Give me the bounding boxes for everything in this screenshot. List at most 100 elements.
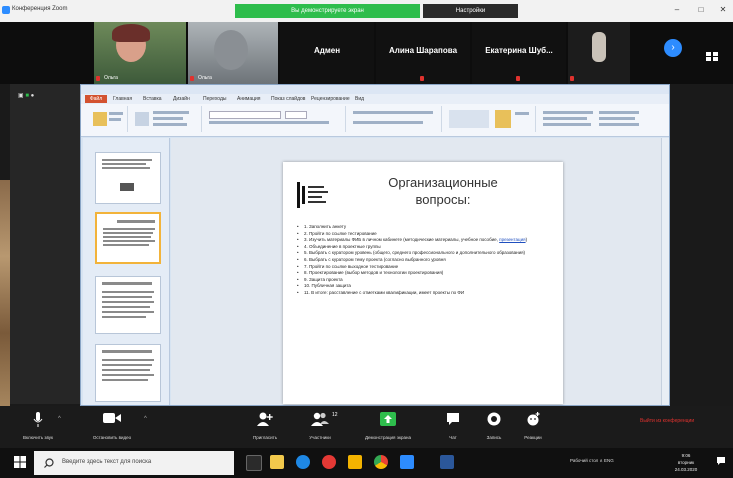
ppt-file-tab[interactable]: Файл: [85, 95, 107, 103]
reactions-button[interactable]: Реакции: [516, 406, 550, 448]
slide-hyperlink[interactable]: презентация: [499, 237, 525, 242]
participant-tile[interactable]: Ольга: [94, 22, 186, 84]
window-title-bar: Конференция Zoom Вы демонстрируете экран…: [0, 0, 733, 22]
ribbon-group-drawing[interactable]: [445, 106, 536, 132]
opera-browser-icon[interactable]: [322, 455, 336, 469]
muted-mic-icon: [96, 76, 100, 81]
participants-icon: [311, 412, 329, 426]
video-icon: [103, 413, 121, 423]
bullet-item: 11. В итоге: расставление с отметками кв…: [297, 290, 549, 297]
control-label: Участники: [309, 435, 331, 440]
share-screen-button[interactable]: Демонстрация экрана: [350, 406, 426, 448]
record-icon: [487, 412, 501, 426]
participant-video: [592, 32, 606, 62]
ribbon-group-slides[interactable]: [131, 106, 202, 132]
share-icon: [380, 412, 396, 426]
edge-browser-icon[interactable]: [296, 455, 310, 469]
participant-name: Екатерина Шуб...: [485, 46, 553, 55]
search-icon: [44, 458, 54, 468]
bullet-item: 1. Заполнить анкету: [297, 224, 549, 231]
tab-slideshow[interactable]: Показ слайдов: [271, 95, 305, 103]
participant-hair: [112, 24, 150, 42]
lock-icon[interactable]: ■: [25, 93, 29, 99]
word-icon[interactable]: [440, 455, 454, 469]
slide-thumbnail[interactable]: [95, 344, 161, 402]
participant-tile[interactable]: [568, 22, 630, 84]
participant-tile[interactable]: Алина Шарапова: [376, 22, 470, 84]
windows-start-icon[interactable]: [14, 456, 26, 468]
participant-tile[interactable]: Екатерина Шуб...: [472, 22, 566, 84]
slide-thumbnail-selected[interactable]: [95, 212, 161, 264]
close-button[interactable]: ✕: [716, 4, 730, 16]
participants-button[interactable]: 12 Участники: [294, 406, 346, 448]
maximize-button[interactable]: □: [694, 4, 708, 16]
search-placeholder: Введите здесь текст для поиска: [62, 459, 152, 465]
ribbon-group-clipboard[interactable]: [87, 106, 128, 132]
ribbon-group-font[interactable]: [205, 106, 346, 132]
audio-options-chevron-icon[interactable]: ^: [58, 416, 61, 422]
zoom-taskbar-icon[interactable]: [400, 455, 414, 469]
share-settings-button[interactable]: Настройки: [423, 4, 518, 18]
participant-name: Алина Шарапова: [388, 46, 458, 55]
clock-weekday: вторник: [677, 460, 695, 465]
bullet-item: 7. Пройти по ссылке выходное тестировани…: [297, 264, 549, 271]
bullet-item: 6. Выбрать с куратором тему проекта (сог…: [297, 257, 549, 264]
record-button[interactable]: Запись: [478, 406, 510, 448]
next-participants-button[interactable]: ›: [664, 39, 682, 57]
tab-transitions[interactable]: Переходы: [203, 95, 226, 103]
current-slide[interactable]: Организационные вопросы: 1. Заполнить ан…: [283, 162, 563, 404]
file-explorer-icon[interactable]: [348, 455, 362, 469]
slides-thumbnail-panel: [83, 138, 170, 405]
notifications-icon[interactable]: [716, 456, 726, 466]
system-tray[interactable]: Рабочий стол ∧ ENG: [570, 458, 614, 464]
slide-thumbnail[interactable]: [95, 276, 161, 334]
end-meeting-button[interactable]: Выйти из конференции: [640, 418, 694, 424]
tab-animation[interactable]: Анимация: [237, 95, 260, 103]
slide-title: Организационные вопросы:: [343, 174, 543, 208]
control-label: Остановить видео: [92, 435, 132, 440]
window-title: Конференция Zoom: [12, 6, 68, 12]
tab-view[interactable]: Вид: [355, 95, 364, 103]
task-view-icon[interactable]: [246, 455, 262, 471]
bullet-item: 5. Выбрать с куратором уровень (общего, …: [297, 250, 549, 257]
slide-title-line: вопросы:: [415, 192, 471, 207]
slide-thumbnail[interactable]: [95, 152, 161, 204]
bullet-item: 9. Защита проекта: [297, 277, 549, 284]
participant-name: Адмен: [313, 46, 341, 55]
ribbon-group-editing[interactable]: [539, 106, 649, 132]
tab-home[interactable]: Главная: [113, 95, 132, 103]
taskbar-clock[interactable]: 9:06 вторник 24.03.2020: [664, 452, 708, 473]
participant-video: [214, 30, 248, 70]
participant-tile[interactable]: Адмен: [280, 22, 374, 84]
participant-tile[interactable]: Ольга: [188, 22, 278, 84]
ribbon-group-paragraph[interactable]: [349, 106, 442, 132]
store-icon[interactable]: [270, 455, 284, 469]
tab-design[interactable]: Дизайн: [173, 95, 190, 103]
invite-button[interactable]: Пригласить: [240, 406, 290, 448]
muted-mic-icon: [190, 76, 194, 81]
clock-date: 24.03.2020: [674, 467, 698, 472]
control-label: Запись: [486, 435, 502, 440]
slide-logo: [297, 182, 328, 208]
control-label: Реакции: [524, 435, 542, 440]
reactions-icon: [527, 412, 540, 426]
chat-icon: [447, 413, 459, 425]
chat-button[interactable]: Чат: [436, 406, 470, 448]
muted-mic-icon: [420, 76, 424, 81]
clock-time: 9:06: [681, 453, 691, 458]
unmute-button[interactable]: Включить звук: [10, 406, 66, 448]
record-small-icon[interactable]: ●: [31, 93, 35, 99]
stop-video-button[interactable]: Остановить видео: [80, 406, 144, 448]
taskbar-search-box[interactable]: Введите здесь текст для поиска: [34, 451, 234, 475]
window-icon[interactable]: ▣: [18, 93, 24, 99]
tab-review[interactable]: Рецензирование: [311, 95, 350, 103]
vertical-scrollbar[interactable]: [661, 138, 669, 405]
minimize-button[interactable]: –: [670, 4, 684, 16]
ppt-ribbon-tabs: Файл Главная Вставка Дизайн Переходы Ани…: [81, 94, 669, 104]
view-layout-icon[interactable]: [706, 52, 718, 61]
tab-insert[interactable]: Вставка: [143, 95, 162, 103]
video-options-chevron-icon[interactable]: ^: [144, 416, 147, 422]
share-status-banner[interactable]: Вы демонстрируете экран: [235, 4, 420, 18]
muted-mic-icon: [516, 76, 520, 81]
chrome-browser-icon[interactable]: [374, 455, 388, 469]
